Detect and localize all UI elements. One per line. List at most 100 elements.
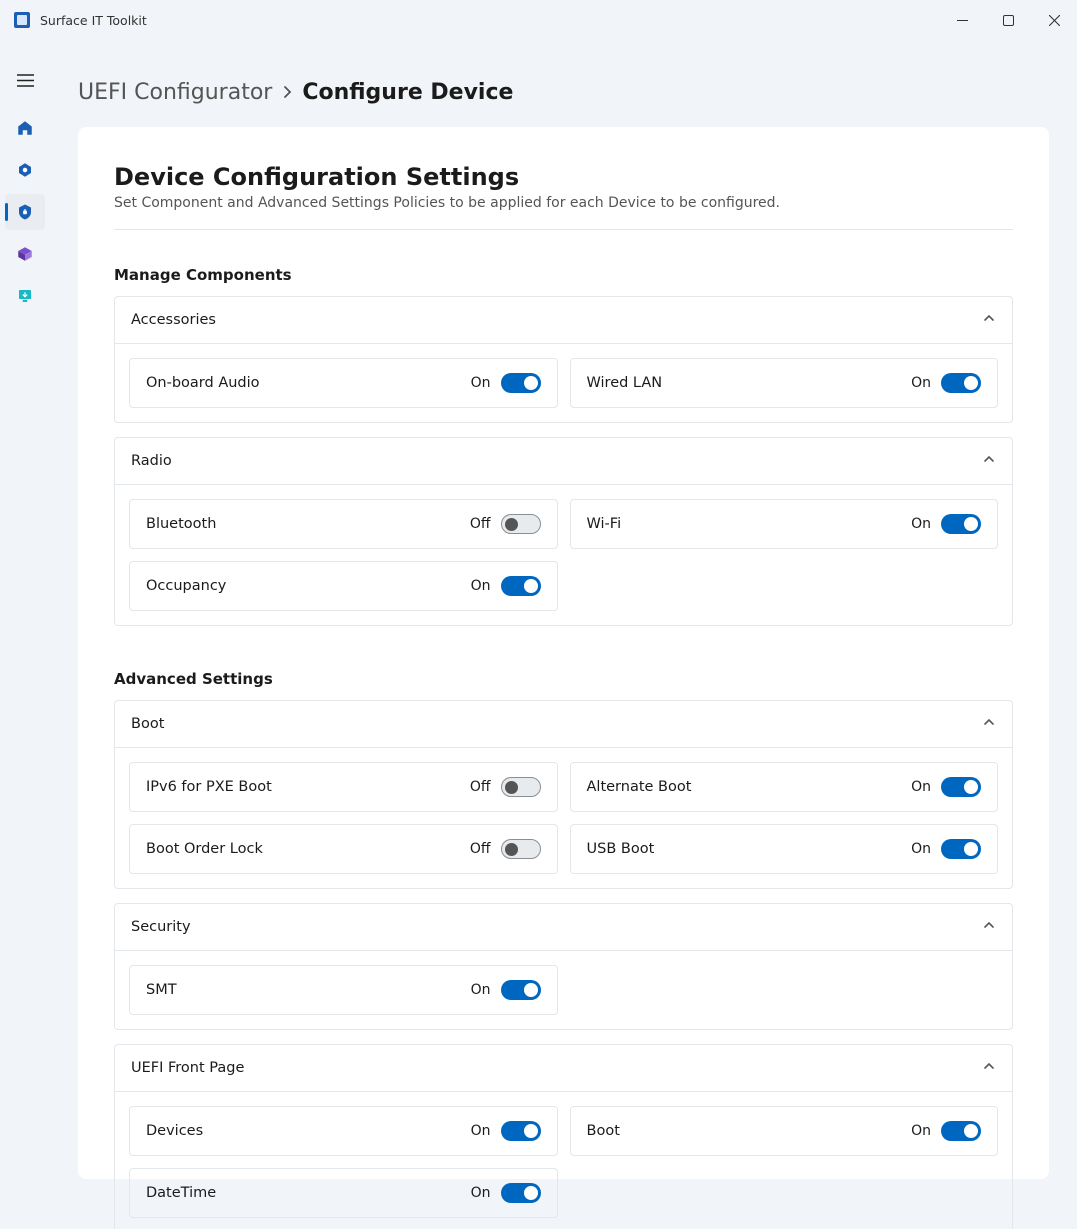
setting-label: Boot Order Lock bbox=[146, 841, 263, 857]
maximize-button[interactable] bbox=[985, 0, 1031, 40]
content-card: Device Configuration Settings Set Compon… bbox=[78, 127, 1049, 1179]
expander-body: SMT On bbox=[115, 950, 1012, 1029]
setting-label: Wired LAN bbox=[587, 375, 663, 391]
toggle-switch[interactable] bbox=[941, 777, 981, 797]
nav-toggle-button[interactable] bbox=[5, 62, 45, 98]
toggle-wrap: On bbox=[471, 373, 541, 393]
setting-label: Occupancy bbox=[146, 578, 226, 594]
setting-label: IPv6 for PXE Boot bbox=[146, 779, 272, 795]
minimize-button[interactable] bbox=[939, 0, 985, 40]
expander-title: Radio bbox=[131, 453, 172, 469]
nav-uefi-configurator[interactable] bbox=[5, 194, 45, 230]
nav-tool-library[interactable] bbox=[5, 278, 45, 314]
toggle-wrap: On bbox=[911, 777, 981, 797]
app-title: Surface IT Toolkit bbox=[40, 13, 147, 28]
setting-row: Devices On bbox=[129, 1106, 558, 1156]
toggle-wrap: On bbox=[471, 576, 541, 596]
setting-row: Wired LAN On bbox=[570, 358, 999, 408]
expander: UEFI Front Page Devices On Boot On bbox=[114, 1044, 1013, 1229]
chevron-right-icon bbox=[282, 84, 292, 102]
chevron-up-icon bbox=[982, 918, 996, 936]
toggle-switch[interactable] bbox=[501, 1183, 541, 1203]
window-controls bbox=[939, 0, 1077, 40]
expander-title: Boot bbox=[131, 716, 164, 732]
toggle-wrap: On bbox=[471, 1121, 541, 1141]
expander: Security SMT On bbox=[114, 903, 1013, 1030]
expander-body: IPv6 for PXE Boot Off Alternate Boot On … bbox=[115, 747, 1012, 888]
expander-title: Accessories bbox=[131, 312, 216, 328]
toggle-state-text: On bbox=[471, 578, 491, 594]
setting-row: Bluetooth Off bbox=[129, 499, 558, 549]
toggle-switch[interactable] bbox=[501, 777, 541, 797]
toggle-state-text: On bbox=[471, 1123, 491, 1139]
expander-body: On-board Audio On Wired LAN On bbox=[115, 343, 1012, 422]
toggle-state-text: On bbox=[471, 1185, 491, 1201]
expander: Radio Bluetooth Off Wi-Fi On Oc bbox=[114, 437, 1013, 626]
expander-body: Bluetooth Off Wi-Fi On Occupancy On bbox=[115, 484, 1012, 625]
toggle-wrap: Off bbox=[470, 514, 541, 534]
toggle-wrap: Off bbox=[470, 777, 541, 797]
expander-title: UEFI Front Page bbox=[131, 1060, 244, 1076]
toggle-switch[interactable] bbox=[501, 1121, 541, 1141]
setting-row: Boot On bbox=[570, 1106, 999, 1156]
expander: Accessories On-board Audio On Wired LAN … bbox=[114, 296, 1013, 423]
chevron-up-icon bbox=[982, 715, 996, 733]
section-heading: Advanced Settings bbox=[114, 670, 1013, 688]
expander-header[interactable]: Boot bbox=[115, 701, 1012, 747]
toggle-switch[interactable] bbox=[941, 839, 981, 859]
page-description: Set Component and Advanced Settings Poli… bbox=[114, 195, 1013, 211]
expander-title: Security bbox=[131, 919, 191, 935]
toggle-switch[interactable] bbox=[501, 980, 541, 1000]
toggle-state-text: Off bbox=[470, 841, 491, 857]
toggle-switch[interactable] bbox=[501, 373, 541, 393]
titlebar: Surface IT Toolkit bbox=[0, 0, 1077, 40]
toggle-switch[interactable] bbox=[501, 514, 541, 534]
toggle-state-text: Off bbox=[470, 516, 491, 532]
toggle-wrap: On bbox=[911, 373, 981, 393]
nav-data-eraser[interactable] bbox=[5, 152, 45, 188]
toggle-switch[interactable] bbox=[941, 373, 981, 393]
toggle-switch[interactable] bbox=[941, 514, 981, 534]
toggle-state-text: Off bbox=[470, 779, 491, 795]
setting-row: SMT On bbox=[129, 965, 558, 1015]
expander-header[interactable]: UEFI Front Page bbox=[115, 1045, 1012, 1091]
setting-label: On-board Audio bbox=[146, 375, 260, 391]
toggle-wrap: On bbox=[471, 1183, 541, 1203]
expander-header[interactable]: Security bbox=[115, 904, 1012, 950]
breadcrumb-parent[interactable]: UEFI Configurator bbox=[78, 80, 272, 105]
toggle-wrap: On bbox=[471, 980, 541, 1000]
setting-row: IPv6 for PXE Boot Off bbox=[129, 762, 558, 812]
close-button[interactable] bbox=[1031, 0, 1077, 40]
toggle-state-text: On bbox=[911, 516, 931, 532]
chevron-up-icon bbox=[982, 311, 996, 329]
titlebar-left: Surface IT Toolkit bbox=[14, 12, 147, 28]
toggle-wrap: On bbox=[911, 839, 981, 859]
main: UEFI Configurator Configure Device Devic… bbox=[50, 40, 1077, 1229]
setting-row: Alternate Boot On bbox=[570, 762, 999, 812]
expander-header[interactable]: Radio bbox=[115, 438, 1012, 484]
expander-header[interactable]: Accessories bbox=[115, 297, 1012, 343]
toggle-switch[interactable] bbox=[501, 839, 541, 859]
toggle-wrap: On bbox=[911, 514, 981, 534]
section-heading: Manage Components bbox=[114, 266, 1013, 284]
nav-home[interactable] bbox=[5, 110, 45, 146]
toggle-switch[interactable] bbox=[941, 1121, 981, 1141]
toggle-state-text: On bbox=[911, 779, 931, 795]
setting-row: USB Boot On bbox=[570, 824, 999, 874]
toggle-switch[interactable] bbox=[501, 576, 541, 596]
expander: Boot IPv6 for PXE Boot Off Alternate Boo… bbox=[114, 700, 1013, 889]
setting-label: Bluetooth bbox=[146, 516, 216, 532]
setting-row: Wi-Fi On bbox=[570, 499, 999, 549]
app-icon bbox=[14, 12, 30, 28]
setting-label: SMT bbox=[146, 982, 177, 998]
setting-row: On-board Audio On bbox=[129, 358, 558, 408]
setting-label: Alternate Boot bbox=[587, 779, 692, 795]
setting-row: Boot Order Lock Off bbox=[129, 824, 558, 874]
toggle-state-text: On bbox=[911, 1123, 931, 1139]
nav-recovery-tool[interactable] bbox=[5, 236, 45, 272]
page-title: Device Configuration Settings bbox=[114, 163, 1013, 191]
toggle-state-text: On bbox=[471, 982, 491, 998]
toggle-wrap: On bbox=[911, 1121, 981, 1141]
setting-label: DateTime bbox=[146, 1185, 216, 1201]
toggle-wrap: Off bbox=[470, 839, 541, 859]
